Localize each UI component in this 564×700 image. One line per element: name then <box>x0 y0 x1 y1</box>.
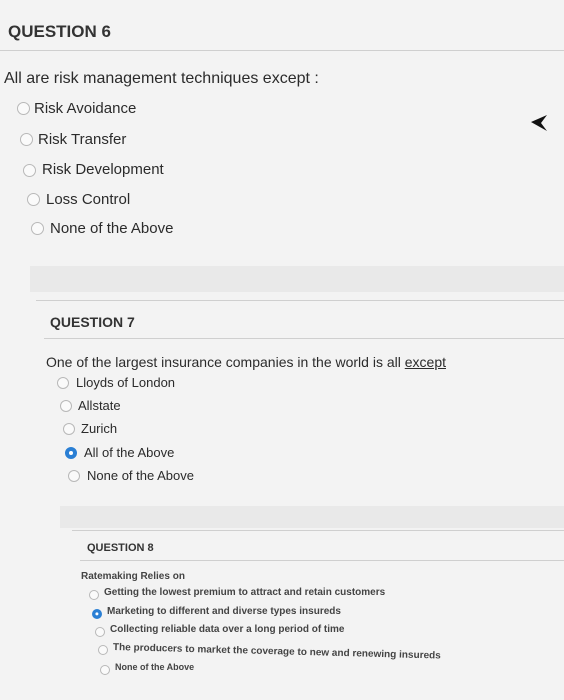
q6-option-2-radio[interactable] <box>20 133 33 146</box>
q7-option-5-radio[interactable] <box>68 470 80 482</box>
q6-option-1-radio[interactable] <box>17 102 30 115</box>
q7-option-2-radio[interactable] <box>60 400 72 412</box>
q7-option-5-label[interactable]: None of the Above <box>87 468 194 483</box>
q8-option-5-radio[interactable] <box>100 665 110 675</box>
mouse-pointer-icon <box>531 115 547 131</box>
q8-option-1-label[interactable]: Getting the lowest premium to attract an… <box>104 587 385 598</box>
q7-option-2-label[interactable]: Allstate <box>78 398 121 413</box>
q7-option-1-label[interactable]: Lloyds of London <box>76 375 175 390</box>
q6-option-5-radio[interactable] <box>31 222 44 235</box>
question-7-prompt-text: One of the largest insurance companies i… <box>46 354 405 370</box>
q6-option-1-label[interactable]: Risk Avoidance <box>34 100 136 117</box>
question-7-prompt: One of the largest insurance companies i… <box>46 354 446 370</box>
q8-option-2-label[interactable]: Marketing to different and diverse types… <box>107 606 341 617</box>
question-7-title: QUESTION 7 <box>50 314 135 330</box>
q8-option-3-label[interactable]: Collecting reliable data over a long per… <box>110 624 345 635</box>
q8-option-2-radio-selected[interactable] <box>92 609 102 619</box>
q6-option-3-radio[interactable] <box>23 164 36 177</box>
question-7-top-band <box>30 266 564 292</box>
q6-option-4-radio[interactable] <box>27 193 40 206</box>
q6-option-4-label[interactable]: Loss Control <box>46 191 130 208</box>
q6-option-5-label[interactable]: None of the Above <box>50 220 173 237</box>
question-8-title: QUESTION 8 <box>87 542 154 554</box>
question-8-top-band <box>60 506 564 528</box>
q8-option-4-label[interactable]: The producers to market the coverage to … <box>113 642 441 662</box>
q7-option-1-radio[interactable] <box>57 377 69 389</box>
q8-option-4-radio[interactable] <box>98 645 108 655</box>
q8-option-3-radio[interactable] <box>95 627 105 637</box>
q8-option-5-label[interactable]: None of the Above <box>115 662 194 672</box>
q8-option-1-radio[interactable] <box>89 590 99 600</box>
question-8-divider-top <box>72 530 564 531</box>
question-8-divider <box>80 560 564 561</box>
q7-option-3-radio[interactable] <box>63 423 75 435</box>
q7-option-4-label[interactable]: All of the Above <box>84 445 174 460</box>
q6-option-2-label[interactable]: Risk Transfer <box>38 131 126 148</box>
question-6-prompt: All are risk management techniques excep… <box>4 70 319 87</box>
q6-option-3-label[interactable]: Risk Development <box>42 161 164 178</box>
question-7-divider-top <box>36 300 564 301</box>
question-7-prompt-emphasis: except <box>404 354 446 370</box>
question-8-prompt: Ratemaking Relies on <box>81 571 185 582</box>
question-6-title: QUESTION 6 <box>8 22 111 41</box>
question-6-divider <box>0 50 564 51</box>
question-7-divider <box>44 338 564 339</box>
q7-option-4-radio-selected[interactable] <box>65 447 77 459</box>
q7-option-3-label[interactable]: Zurich <box>81 421 117 436</box>
